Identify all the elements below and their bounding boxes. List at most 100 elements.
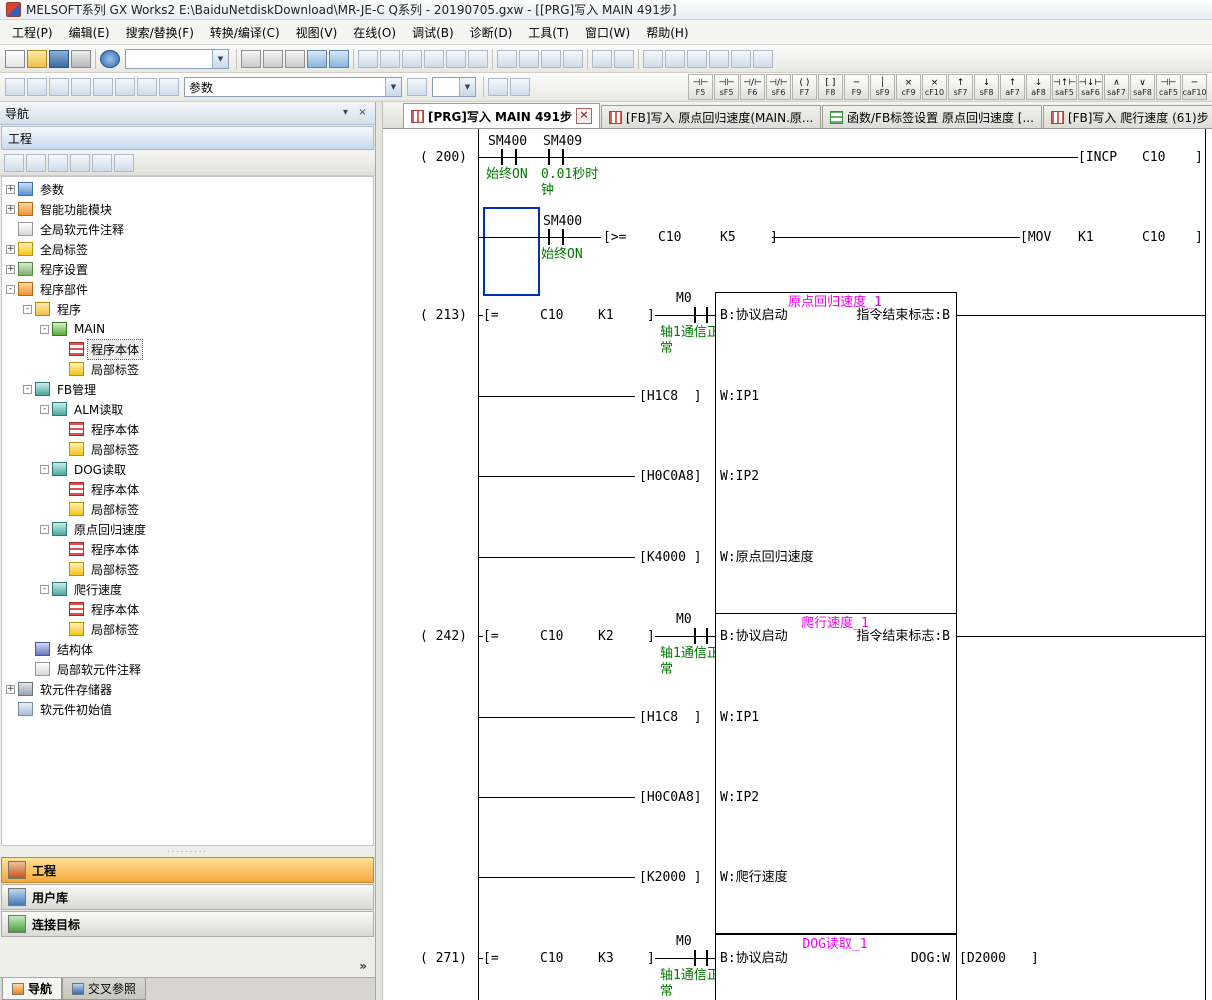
ladder-symbol-sF7[interactable]: ↑sF7: [948, 74, 973, 100]
fb-input-value[interactable]: [H1C8 ]: [639, 710, 702, 725]
ladder-symbol-F6[interactable]: ⊣/⊢F6: [740, 74, 765, 100]
collapse-icon[interactable]: -: [23, 305, 32, 314]
expand-icon[interactable]: +: [6, 185, 15, 194]
tree-item-局部标签[interactable]: +局部标签: [2, 359, 373, 379]
help-icon[interactable]: [100, 50, 120, 68]
function-block[interactable]: [715, 292, 957, 614]
label-program-icon[interactable]: [115, 78, 135, 96]
undo-icon[interactable]: [307, 50, 327, 68]
ladder-symbol-F5[interactable]: ⊣⊢F5: [688, 74, 713, 100]
tree-item-ALM读取[interactable]: -ALM读取: [2, 399, 373, 419]
tree-item-结构体[interactable]: +结构体: [2, 639, 373, 659]
redo-icon[interactable]: [329, 50, 349, 68]
tree-item-DOG读取[interactable]: -DOG读取: [2, 459, 373, 479]
verify-icon[interactable]: [159, 78, 179, 96]
menu-item[interactable]: 在线(O): [345, 21, 404, 44]
menu-item[interactable]: 诊断(D): [462, 21, 521, 44]
splitter[interactable]: [376, 102, 383, 1000]
tree-item-FB管理[interactable]: -FB管理: [2, 379, 373, 399]
program-common-icon[interactable]: [71, 78, 91, 96]
buffer-monitor-icon[interactable]: [563, 50, 583, 68]
ladder-symbol-saF7[interactable]: ∧saF7: [1104, 74, 1129, 100]
note-display-icon[interactable]: [687, 50, 707, 68]
target-combo[interactable]: 参数 ▼: [184, 77, 402, 97]
ladder-symbol-aF7[interactable]: ↑aF7: [1000, 74, 1025, 100]
expand-icon[interactable]: +: [6, 265, 15, 274]
tree-copy-icon[interactable]: [48, 154, 68, 172]
ladder-symbol-F9[interactable]: ─F9: [844, 74, 869, 100]
editor-tab[interactable]: [FB]写入 爬行速度 (61)步: [1043, 105, 1212, 128]
compare-token[interactable]: C10: [540, 629, 563, 644]
chevron-down-icon[interactable]: ▼: [459, 78, 475, 96]
statement-display-icon[interactable]: [665, 50, 685, 68]
collapse-icon[interactable]: -: [40, 465, 49, 474]
save-icon[interactable]: [49, 50, 69, 68]
chevron-more-icon[interactable]: »: [359, 959, 367, 973]
expand-icon[interactable]: +: [6, 685, 15, 694]
ladder-symbol-sF5[interactable]: ⊣⊢sF5: [714, 74, 739, 100]
instruction-token[interactable]: [MOV: [1020, 230, 1051, 245]
print-icon[interactable]: [71, 50, 91, 68]
cut-icon[interactable]: [241, 50, 261, 68]
menu-item[interactable]: 编辑(E): [61, 21, 118, 44]
contact-device[interactable]: M0: [676, 934, 692, 949]
tree-item-原点回归速度[interactable]: -原点回归速度: [2, 519, 373, 539]
tree-item-全局标签[interactable]: +全局标签: [2, 239, 373, 259]
ladder-symbol-cF10[interactable]: ×cF10: [922, 74, 947, 100]
compare-token[interactable]: C10: [658, 230, 681, 245]
contact-device[interactable]: M0: [676, 612, 692, 627]
device-display-icon[interactable]: [709, 50, 729, 68]
nav-button-连接目标[interactable]: 连接目标: [1, 911, 374, 937]
monitor-stop-icon[interactable]: [446, 50, 466, 68]
editor-tab[interactable]: [FB]写入 原点回归速度(MAIN.原...: [601, 105, 821, 128]
ladder-symbol-sF8[interactable]: ↓sF8: [974, 74, 999, 100]
fb-input-value[interactable]: [K2000 ]: [639, 870, 702, 885]
fb-input-value[interactable]: [H0C0A8]: [639, 790, 702, 805]
project-tree[interactable]: +参数+智能功能模块+全局软元件注释+全局标签+程序设置-程序部件-程序-MAI…: [1, 176, 374, 846]
statement-icon[interactable]: [510, 78, 530, 96]
tree-item-局部标签[interactable]: +局部标签: [2, 619, 373, 639]
new-icon[interactable]: [5, 50, 25, 68]
compare-token[interactable]: C10: [540, 308, 563, 323]
collapse-icon[interactable]: -: [40, 405, 49, 414]
paste-icon[interactable]: [285, 50, 305, 68]
ladder-symbol-saF5[interactable]: ⊣↑⊢saF5: [1052, 74, 1077, 100]
compare-token[interactable]: K5: [720, 230, 736, 245]
tree-item-局部标签[interactable]: +局部标签: [2, 499, 373, 519]
plc-read-icon[interactable]: [380, 50, 400, 68]
ladder-symbol-sF6[interactable]: ⊣/⊢sF6: [766, 74, 791, 100]
contact-device[interactable]: SM400: [488, 134, 527, 149]
menu-item[interactable]: 搜索/替换(F): [118, 21, 202, 44]
open-icon[interactable]: [27, 50, 47, 68]
menu-item[interactable]: 工程(P): [4, 21, 61, 44]
tree-item-程序本体[interactable]: +程序本体: [2, 419, 373, 439]
collapse-icon[interactable]: -: [6, 285, 15, 294]
mini-combo[interactable]: ▼: [432, 77, 476, 97]
tree-item-MAIN[interactable]: -MAIN: [2, 319, 373, 339]
device-memory-icon[interactable]: [137, 78, 157, 96]
monitor-start-icon[interactable]: [424, 50, 444, 68]
nav-button-用户库[interactable]: 用户库: [1, 884, 374, 910]
contact-device[interactable]: SM400: [543, 214, 582, 229]
collapse-icon[interactable]: -: [40, 325, 49, 334]
tree-item-局部标签[interactable]: +局部标签: [2, 439, 373, 459]
tree-item-全局软元件注释[interactable]: +全局软元件注释: [2, 219, 373, 239]
fb-input-value[interactable]: [H1C8 ]: [639, 389, 702, 404]
plc-verify-icon[interactable]: [402, 50, 422, 68]
tree-item-软元件存储器[interactable]: +软元件存储器: [2, 679, 373, 699]
tree-item-局部软元件注释[interactable]: +局部软元件注释: [2, 659, 373, 679]
window-cascade-icon[interactable]: [27, 78, 47, 96]
menu-item[interactable]: 调试(B): [404, 21, 462, 44]
chevron-down-icon[interactable]: ▼: [385, 78, 401, 96]
compare-token[interactable]: [>=: [603, 230, 626, 245]
tree-item-程序本体[interactable]: +程序本体: [2, 339, 373, 359]
tree-item-程序本体[interactable]: +程序本体: [2, 479, 373, 499]
ladder-symbol-F8[interactable]: [ ]F8: [818, 74, 843, 100]
contact-device[interactable]: SM409: [543, 134, 582, 149]
tree-sort-icon[interactable]: [70, 154, 90, 172]
compare-token[interactable]: K2: [598, 629, 614, 644]
tree-item-程序设置[interactable]: +程序设置: [2, 259, 373, 279]
instruction-token[interactable]: C10: [1142, 150, 1165, 165]
compare-token[interactable]: [=: [483, 308, 499, 323]
compare-token[interactable]: K3: [598, 951, 614, 966]
